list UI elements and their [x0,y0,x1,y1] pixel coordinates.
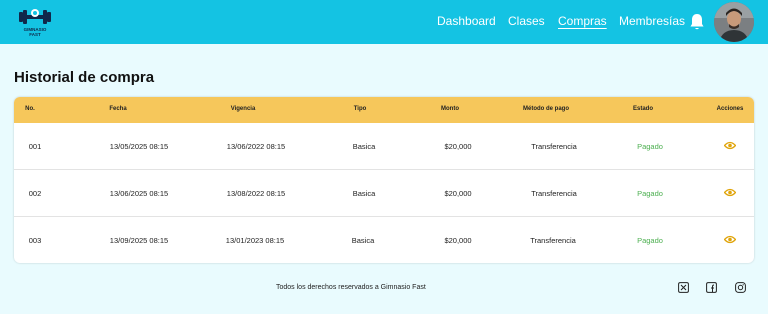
view-eye-icon[interactable] [724,141,736,150]
cell-fecha: 13/09/2025 08:15 [109,236,169,245]
cell-fecha: 13/06/2025 08:15 [109,189,169,198]
column-header-tipo: Tipo [353,106,367,112]
navbar: GIMNASIO FAST Dashboard Clases Compras M… [0,0,768,44]
status-badge: Pagado [637,189,663,198]
table-row: 003 13/09/2025 08:15 13/01/2023 08:15 Ba… [14,217,754,263]
cell-metodo-pago: Transferencia [530,236,576,245]
cell-fecha: 13/05/2025 08:15 [109,142,169,151]
cell-monto: $20,000 [444,189,472,198]
cell-vigencia: 13/06/2022 08:15 [226,142,286,151]
nav-link-membresias[interactable]: Membresías [619,14,685,28]
facebook-icon[interactable] [706,282,717,293]
table-row: 001 13/05/2025 08:15 13/06/2022 08:15 Ba… [14,123,754,170]
cell-monto: $20,000 [444,236,472,245]
instagram-icon[interactable] [735,282,746,293]
gym-logo[interactable]: GIMNASIO FAST [18,6,52,38]
column-header-fecha: Fecha [109,106,127,112]
cell-metodo-pago: Transferencia [531,189,577,198]
status-badge: Pagado [637,142,663,151]
x-twitter-icon[interactable] [678,282,689,293]
nav-link-dashboard[interactable]: Dashboard [437,14,496,28]
status-badge: Pagado [637,236,663,245]
purchase-history-table: No. Fecha Vigencia Tipo Monto Método de … [14,97,754,263]
column-header-vigencia: Vigencia [230,106,256,112]
column-header-no: No. [25,106,35,112]
cell-metodo-pago: Transferencia [531,142,577,151]
footer-copyright: Todos los derechos reservados a Gimnasio… [276,284,426,291]
nav-link-compras[interactable]: Compras [558,14,607,28]
logo-text: GIMNASIO FAST [23,27,47,37]
user-photo-icon [714,2,754,42]
cell-no: 003 [28,236,42,245]
cell-tipo: Basica [352,189,376,198]
column-header-estado: Estado [632,106,654,112]
user-avatar[interactable] [714,2,754,42]
view-eye-icon[interactable] [724,188,736,197]
cell-tipo: Basica [351,236,375,245]
column-header-metodo-pago: Método de pago [523,106,569,112]
cell-no: 002 [28,189,42,198]
table-header: No. Fecha Vigencia Tipo Monto Método de … [14,97,754,123]
dumbbell-logo-icon [19,9,51,24]
cell-tipo: Basica [352,142,376,151]
bell-icon[interactable] [689,13,705,31]
view-eye-icon[interactable] [724,235,736,244]
cell-no: 001 [28,142,42,151]
page-title: Historial de compra [14,69,155,86]
cell-vigencia: 13/01/2023 08:15 [225,236,285,245]
table-row: 002 13/06/2025 08:15 13/08/2022 08:15 Ba… [14,170,754,217]
cell-vigencia: 13/08/2022 08:15 [226,189,286,198]
column-header-monto: Monto [441,106,459,112]
nav-link-clases[interactable]: Clases [508,14,545,28]
column-header-acciones: Acciones [716,106,744,112]
cell-monto: $20,000 [444,142,472,151]
